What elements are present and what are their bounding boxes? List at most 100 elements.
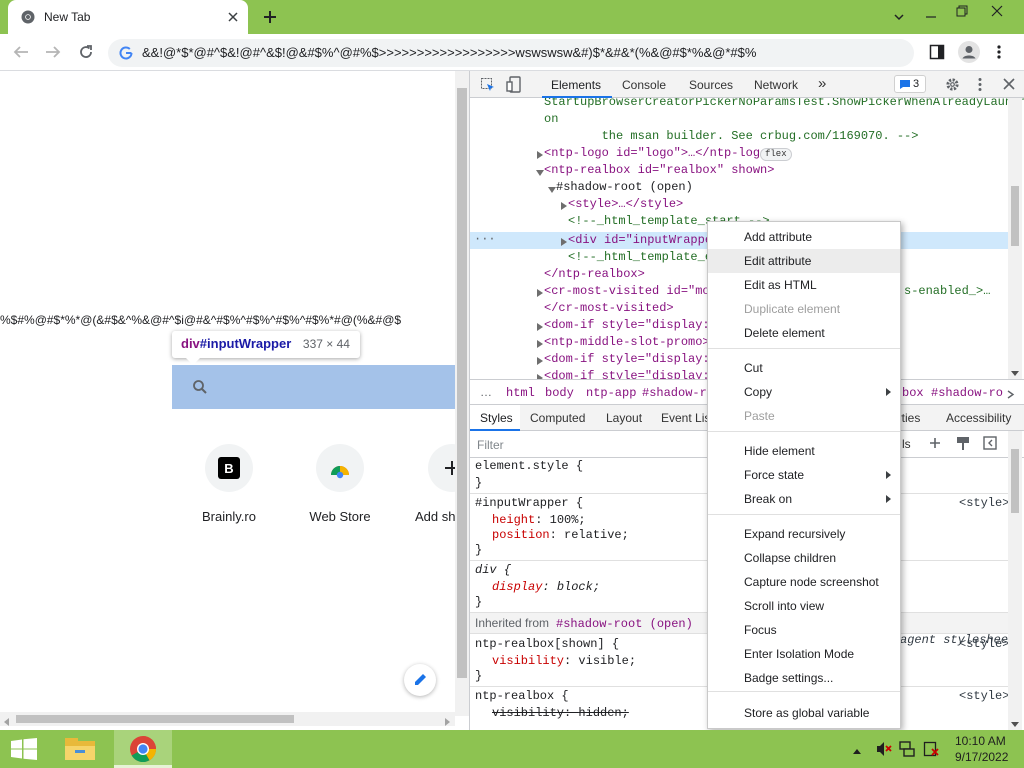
shortcut-tile-web-store[interactable]: Web Store	[299, 444, 381, 528]
styles-vertical-scrollbar[interactable]	[1008, 431, 1022, 730]
device-toolbar-icon[interactable]	[506, 76, 522, 94]
context-menu-item[interactable]: Edit as HTML	[708, 273, 900, 297]
tab-new-tab[interactable]: New Tab	[8, 0, 248, 34]
paint-format-icon[interactable]	[956, 436, 970, 451]
profile-avatar-icon[interactable]	[958, 41, 980, 63]
tab-close-icon[interactable]	[226, 10, 240, 24]
row-ellipsis[interactable]: ···	[474, 233, 496, 245]
breadcrumb-realbox[interactable]: box	[902, 386, 924, 400]
styles-filter-input[interactable]: Filter	[477, 438, 504, 452]
tab-computed[interactable]: Computed	[530, 411, 585, 425]
collapsed-triangle-icon[interactable]	[537, 338, 544, 348]
context-menu-item[interactable]: Capture node screenshot	[708, 570, 900, 594]
tree-line-comment[interactable]: the msan builder. See crbug.com/1169070.…	[544, 128, 1024, 145]
context-menu-item[interactable]: Collapse children	[708, 546, 900, 570]
breadcrumb-scroll-right-icon[interactable]	[1007, 388, 1015, 399]
action-center-icon[interactable]	[923, 741, 939, 757]
scrollbar-thumb[interactable]	[1011, 186, 1019, 246]
issues-badge[interactable]: 3	[894, 75, 926, 93]
tree-line-comment[interactable]: on	[544, 111, 1024, 128]
scrollbar-thumb[interactable]	[457, 88, 467, 678]
collapsed-triangle-icon[interactable]	[537, 372, 544, 379]
realbox-inspect-highlight[interactable]	[172, 365, 469, 409]
scrollbar-thumb[interactable]	[1011, 449, 1019, 513]
tab-styles[interactable]: Styles	[470, 405, 520, 431]
context-menu-item[interactable]: Copy	[708, 380, 900, 404]
breadcrumb-body[interactable]: body	[545, 386, 574, 400]
shortcut-tile-brainly[interactable]: B Brainly.ro	[188, 444, 270, 528]
tab-network[interactable]: Network	[754, 78, 798, 92]
tree-node-ntp-logo[interactable]: <ntp-logo id="logo">…</ntp-logo>	[544, 145, 774, 162]
file-explorer-icon[interactable]	[63, 736, 97, 762]
scroll-left-arrow-icon[interactable]	[3, 715, 11, 726]
scroll-right-arrow-icon[interactable]	[443, 715, 451, 726]
network-icon[interactable]	[898, 740, 916, 758]
tab-search-chevron-icon[interactable]	[892, 10, 906, 24]
context-menu-item[interactable]: Enter Isolation Mode	[708, 642, 900, 666]
rule-source-link[interactable]: <style>	[959, 636, 1009, 653]
context-menu-item[interactable]: Focus	[708, 618, 900, 642]
tab-event-listeners[interactable]: Event Lis	[661, 411, 710, 425]
context-menu-item[interactable]: Hide element	[708, 439, 900, 463]
scrollbar-thumb[interactable]	[16, 715, 294, 723]
breadcrumb-html[interactable]: html	[506, 386, 535, 400]
context-menu-item[interactable]: Add attribute	[708, 225, 900, 249]
back-arrow-icon[interactable]	[12, 44, 30, 60]
tab-layout[interactable]: Layout	[606, 411, 642, 425]
new-tab-plus-icon[interactable]	[262, 9, 278, 25]
scroll-down-arrow-icon[interactable]	[1011, 367, 1019, 376]
page-horizontal-scrollbar[interactable]	[0, 712, 455, 726]
collapsed-triangle-icon[interactable]	[537, 321, 544, 331]
inherited-node-link[interactable]: #shadow-root (open)	[556, 617, 693, 631]
tray-overflow-chevron-icon[interactable]	[852, 744, 862, 754]
devtools-kebab-icon[interactable]	[978, 77, 982, 92]
customize-pencil-icon[interactable]	[404, 664, 436, 696]
context-menu-item[interactable]: Badge settings...	[708, 666, 900, 690]
collapsed-triangle-icon[interactable]	[537, 355, 544, 365]
new-style-rule-plus-icon[interactable]	[929, 437, 941, 449]
context-menu-item[interactable]: Expand recursively	[708, 522, 900, 546]
chrome-taskbar-button[interactable]	[114, 730, 172, 768]
context-menu-item[interactable]: Edit attribute	[708, 249, 900, 273]
collapsed-triangle-icon[interactable]	[537, 149, 544, 159]
context-menu-item[interactable]: Break on	[708, 487, 900, 511]
more-tabs-button[interactable]: »	[818, 75, 826, 92]
settings-gear-icon[interactable]	[945, 77, 960, 92]
expanded-triangle-icon[interactable]	[536, 167, 544, 176]
context-menu-item[interactable]: Delete element	[708, 321, 900, 345]
breadcrumb-ntp-app[interactable]: ntp-app	[586, 386, 636, 400]
tree-line-comment[interactable]: StartupBrowserCreatorPickerNoParamsTest.…	[544, 98, 1024, 111]
rule-source-link[interactable]: <style>	[959, 688, 1009, 705]
close-window-icon[interactable]	[990, 4, 1004, 18]
clock-date[interactable]: 9/17/2022	[955, 750, 1008, 764]
tab-console[interactable]: Console	[622, 78, 666, 92]
flex-badge[interactable]: flex	[760, 148, 792, 161]
windows-start-icon[interactable]	[10, 738, 38, 760]
expanded-triangle-icon[interactable]	[548, 184, 556, 193]
elements-vertical-scrollbar[interactable]	[1008, 98, 1022, 379]
toggle-sidebar-icon[interactable]	[983, 436, 997, 450]
clock-time[interactable]: 10:10 AM	[955, 734, 1006, 748]
context-menu-item[interactable]: Scroll into view	[708, 594, 900, 618]
breadcrumb-ellipsis[interactable]: …	[480, 385, 492, 399]
collapsed-triangle-icon[interactable]	[561, 200, 568, 210]
volume-muted-icon[interactable]	[875, 741, 893, 757]
rule-source-link[interactable]: <style>	[959, 495, 1009, 512]
tree-node-shadow-root[interactable]: #shadow-root (open)	[556, 179, 1024, 196]
tree-node-ntp-realbox[interactable]: <ntp-realbox id="realbox" shown>	[544, 162, 1024, 179]
breadcrumb-shadow-root[interactable]: #shadow-ro	[931, 386, 1003, 400]
tab-elements[interactable]: Elements	[542, 71, 612, 98]
context-menu-item[interactable]: Force state	[708, 463, 900, 487]
context-menu-item[interactable]: Cut	[708, 356, 900, 380]
chrome-menu-kebab-icon[interactable]	[997, 44, 1001, 60]
close-devtools-icon[interactable]	[1003, 78, 1015, 90]
breadcrumb-shadow-root[interactable]: #shadow-ro	[642, 386, 714, 400]
cls-toggle[interactable]: ls	[902, 437, 911, 451]
forward-arrow-icon[interactable]	[44, 44, 62, 60]
tree-node-style[interactable]: <style>…</style>	[568, 196, 1024, 213]
address-bar[interactable]: &&!@*$*@#^$&!@#^&$!@&#$%^@#%$>>>>>>>>>>>…	[108, 39, 914, 67]
side-panel-icon[interactable]	[929, 44, 945, 60]
tab-accessibility[interactable]: Accessibility	[946, 411, 1011, 425]
collapsed-triangle-icon[interactable]	[537, 287, 544, 297]
inspect-element-icon[interactable]	[480, 77, 496, 93]
